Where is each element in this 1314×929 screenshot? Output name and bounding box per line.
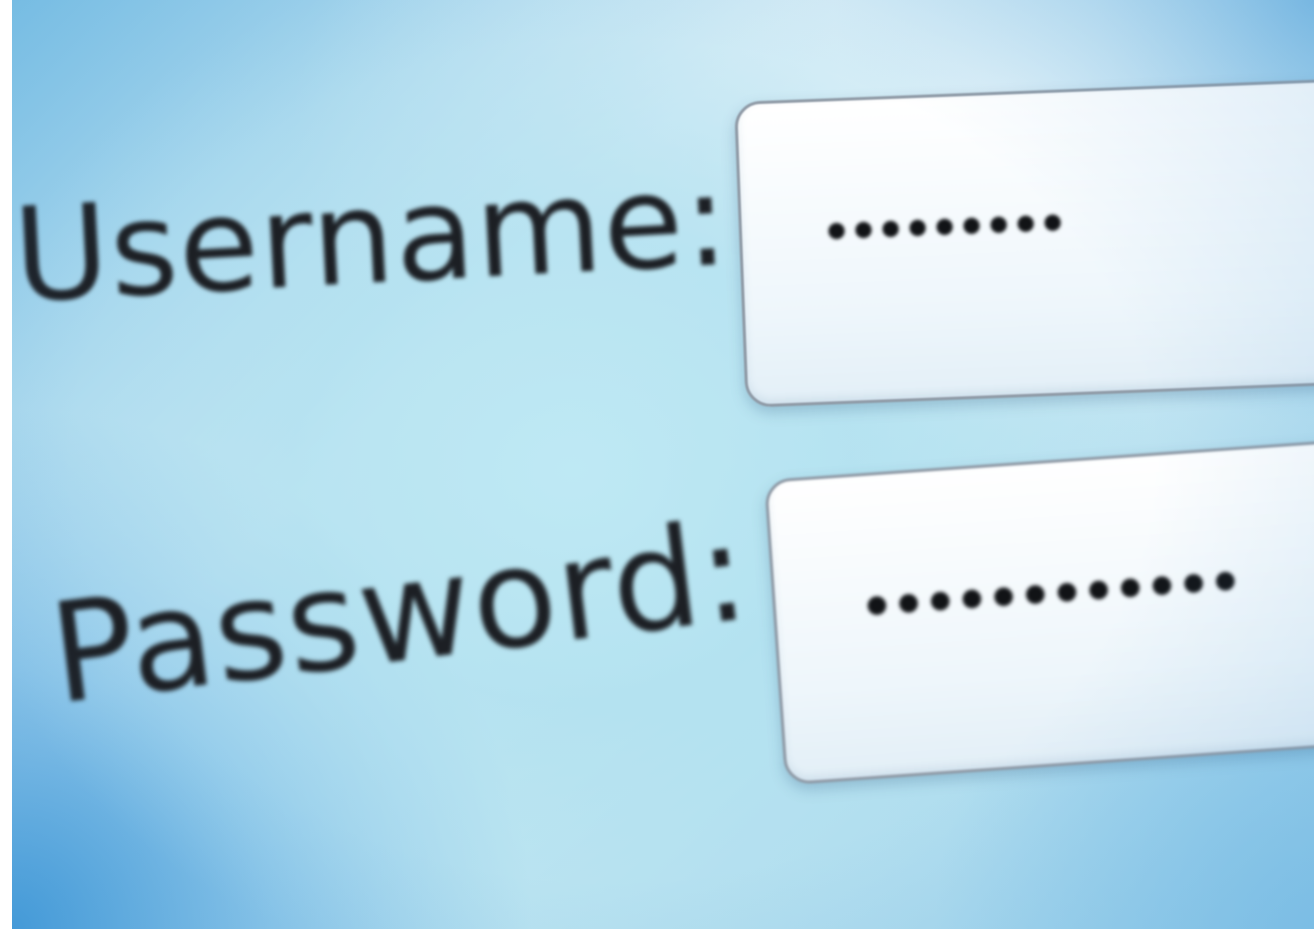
login-screen: Username: ••••••••• Password: ••••••••••… — [12, 0, 1314, 929]
username-field[interactable]: ••••••••• — [734, 77, 1314, 408]
password-masked-value: •••••••••••• — [855, 546, 1241, 647]
password-field[interactable]: •••••••••••• — [764, 434, 1314, 786]
password-label: Password: — [42, 490, 757, 736]
username-masked-value: ••••••••• — [818, 192, 1065, 267]
username-label: Username: — [12, 142, 733, 332]
